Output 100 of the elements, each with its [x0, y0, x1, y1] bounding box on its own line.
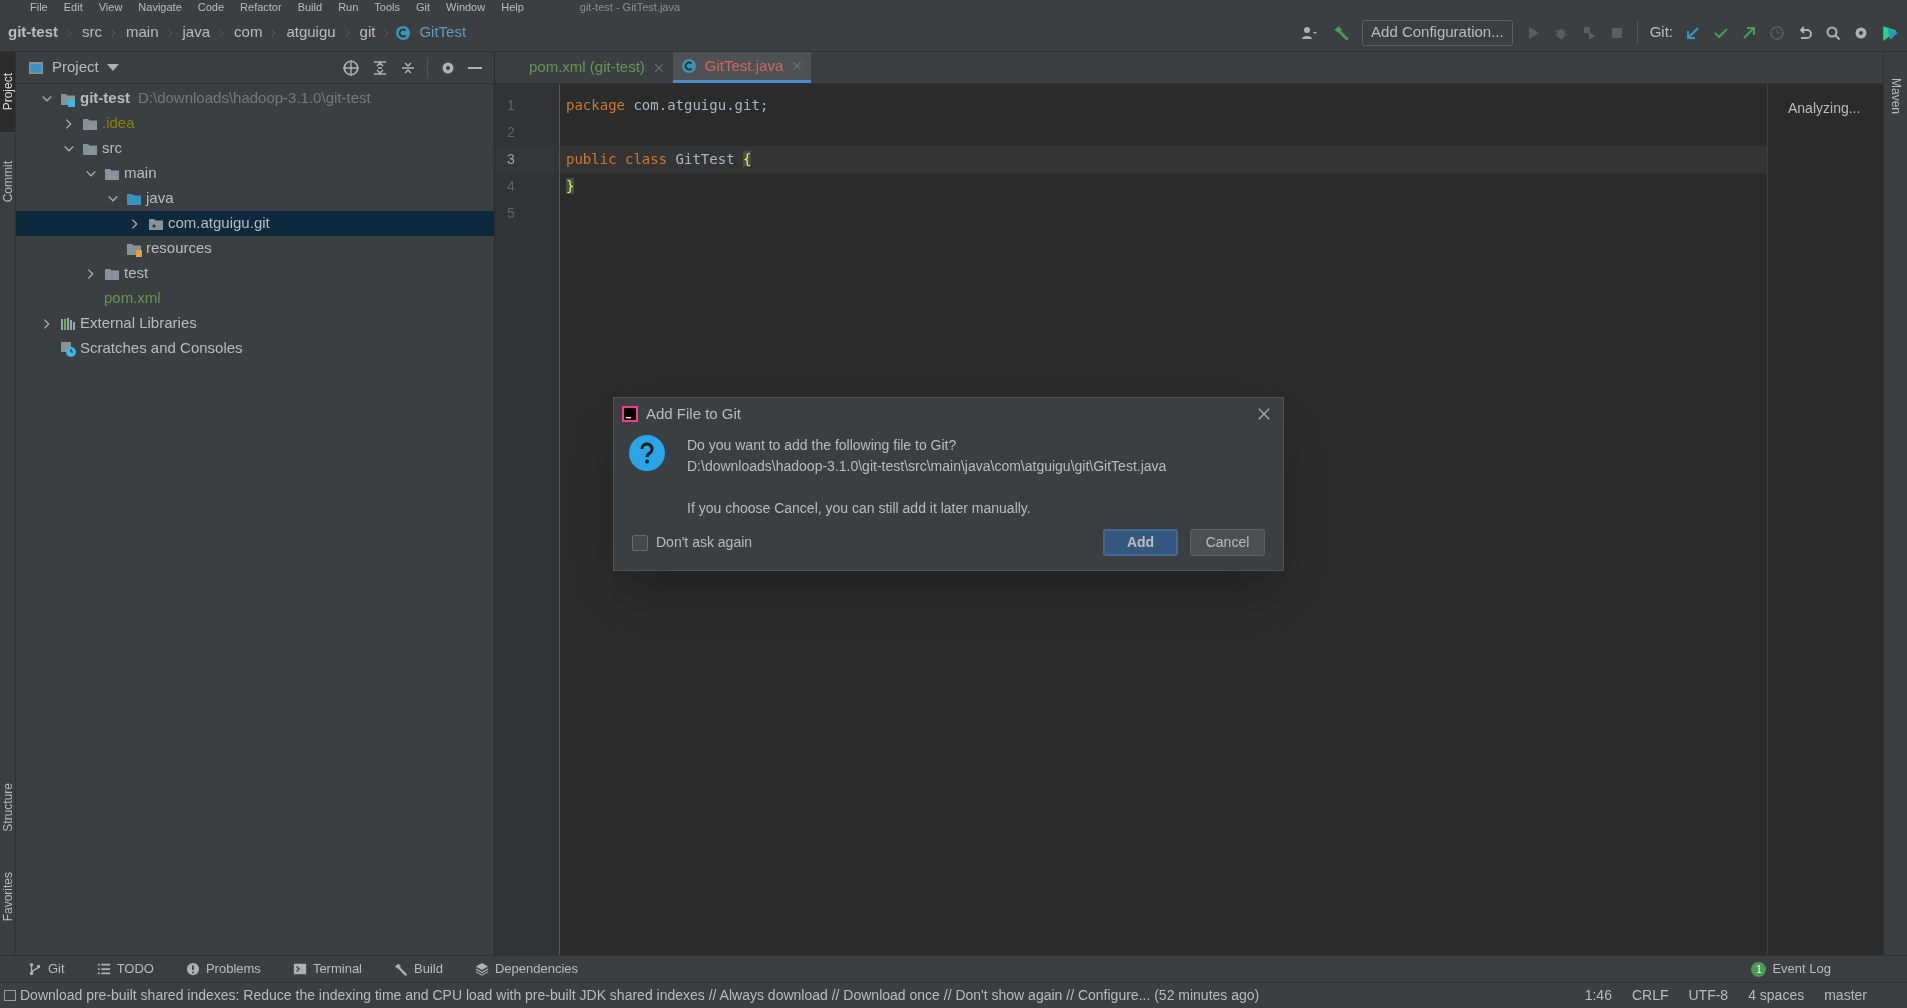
status-bar-item[interactable]: UTF-8 [1688, 985, 1729, 1006]
breadcrumb[interactable]: main [122, 21, 163, 44]
dont-ask-checkbox[interactable]: Don't ask again [632, 532, 753, 553]
scratches-icon [60, 340, 76, 357]
tree-row[interactable]: com.atguigu.git [16, 211, 494, 236]
code-token: class [624, 151, 668, 167]
code-token: } [566, 178, 575, 194]
dialog-button[interactable]: Add [1103, 529, 1178, 556]
tree-label: java [146, 188, 174, 209]
dialog-title: Add File to Git [646, 403, 742, 424]
tool-window-tab[interactable]: Maven [1888, 56, 1903, 136]
tool-window-button[interactable]: Build [378, 959, 443, 979]
status-bar-item[interactable]: CRLF [1631, 985, 1669, 1006]
breadcrumb[interactable]: git [355, 21, 380, 44]
expand-all-icon [372, 59, 388, 76]
breadcrumb[interactable]: java [178, 21, 215, 44]
dialog-message: Do you want to add the following file to Git? [687, 436, 958, 455]
undo-icon [1797, 24, 1813, 41]
tree-row[interactable]: Scratches and Consoles [16, 336, 494, 361]
module-path: D:\downloads\hadoop-3.1.0\git-test [138, 88, 371, 109]
list-icon [96, 962, 111, 976]
tool-window-tab[interactable]: Project [0, 52, 15, 132]
push-arrow-icon [1741, 24, 1757, 41]
tree-row[interactable]: resources [16, 236, 494, 261]
tree-label: .idea [102, 113, 135, 134]
panel-title[interactable]: Project [52, 56, 99, 79]
tree-label: pom.xml [104, 288, 161, 309]
exclamation-icon [185, 962, 200, 976]
breadcrumb[interactable]: git-test [4, 21, 62, 44]
minimize-icon [468, 66, 482, 69]
tree-row[interactable]: src [16, 136, 494, 161]
tree-row[interactable]: test [16, 261, 494, 286]
locate-icon [342, 58, 360, 77]
window-title: git-test - GitTest.java [579, 0, 681, 14]
tree-row[interactable]: pom.xml [16, 286, 494, 311]
tool-window-tab[interactable]: Structure [0, 767, 15, 847]
update-arrow-icon [1685, 24, 1701, 41]
hammer-icon [394, 962, 408, 976]
hammer-icon [1332, 23, 1351, 42]
app-logo-icon [622, 406, 638, 422]
tree-row[interactable]: java [16, 186, 494, 211]
menu-item[interactable]: Tools [374, 0, 400, 14]
search-icon [1825, 24, 1841, 41]
tree-row[interactable]: main [16, 161, 494, 186]
terminal-icon [292, 962, 307, 976]
tool-window-button[interactable]: Dependencies [458, 959, 579, 979]
tree-label: External Libraries [80, 313, 197, 334]
class-c-icon [395, 24, 412, 41]
question-icon [629, 435, 665, 471]
branch-icon [28, 962, 42, 976]
editor-tab[interactable]: pom.xml (git-test) [495, 52, 673, 83]
tool-window-button[interactable]: Git [12, 959, 65, 979]
tree-label: test [124, 263, 149, 284]
menu-item[interactable]: Refactor [240, 0, 282, 14]
menu-item[interactable]: Window [446, 0, 486, 14]
code-token: GitTest [674, 151, 736, 167]
event-log-button[interactable]: 1 Event Log [1751, 959, 1895, 979]
tree-label: com.atguigu.git [168, 213, 270, 234]
menu-item[interactable]: Build [297, 0, 323, 14]
tool-window-tab[interactable]: Commit [0, 142, 15, 222]
class-c-icon [680, 58, 697, 74]
layers-icon [474, 962, 489, 976]
menu-item[interactable]: Code [197, 0, 225, 14]
status-bar-item[interactable]: 4 spaces [1748, 985, 1805, 1006]
dialog-hint: If you choose Cancel, you can still add it later manually. [687, 499, 1032, 518]
breadcrumb[interactable]: src [78, 21, 106, 44]
status-icon [4, 990, 16, 1001]
dialog-button[interactable]: Cancel [1190, 529, 1265, 556]
collapse-all-icon [400, 59, 416, 76]
menu-item[interactable]: File [30, 0, 48, 14]
breadcrumb[interactable]: atguigu [282, 21, 340, 44]
tree-row[interactable]: External Libraries [16, 311, 494, 336]
tool-window-button[interactable]: Terminal [276, 959, 362, 979]
tree-label: src [102, 138, 122, 159]
tool-window-tab[interactable]: Favorites [0, 857, 15, 937]
breadcrumb[interactable]: com [230, 21, 267, 44]
status-bar-item[interactable]: master [1824, 985, 1867, 1006]
code-token: public [566, 151, 617, 167]
project-panel-icon [28, 59, 44, 76]
app-logo-icon [1881, 23, 1899, 42]
analyzing-label: Analyzing... [1788, 100, 1861, 116]
libraries-icon [60, 315, 76, 332]
tool-window-button[interactable]: TODO [80, 959, 154, 979]
menu-item[interactable]: Edit [63, 0, 83, 14]
menu-item[interactable]: View [98, 0, 123, 14]
tool-window-button[interactable]: Problems [169, 959, 261, 979]
tree-row[interactable]: git-test D:\downloads\hadoop-3.1.0\git-test [16, 86, 494, 111]
code-token: { [743, 151, 752, 167]
breadcrumb[interactable]: GitTest [415, 21, 471, 44]
menu-item[interactable]: Help [501, 0, 524, 14]
tree-label: main [124, 163, 157, 184]
menu-item[interactable]: Git [416, 0, 431, 14]
menu-item[interactable]: Run [338, 0, 359, 14]
tree-label: Scratches and Consoles [80, 338, 243, 359]
close-icon [652, 61, 665, 74]
menu-item[interactable]: Navigate [138, 0, 182, 14]
status-bar-item[interactable]: 1:46 [1584, 985, 1612, 1006]
status-message[interactable]: Download pre-built shared indexes: Reduce the indexing time and CPU load with pre-built JDK shared indexes // Always download // Download once // Don't show again // Configure... (52 minutes ago) [20, 985, 1260, 1006]
tree-label: resources [146, 238, 212, 259]
run-configuration-button[interactable]: Add Configuration... [1362, 19, 1513, 46]
